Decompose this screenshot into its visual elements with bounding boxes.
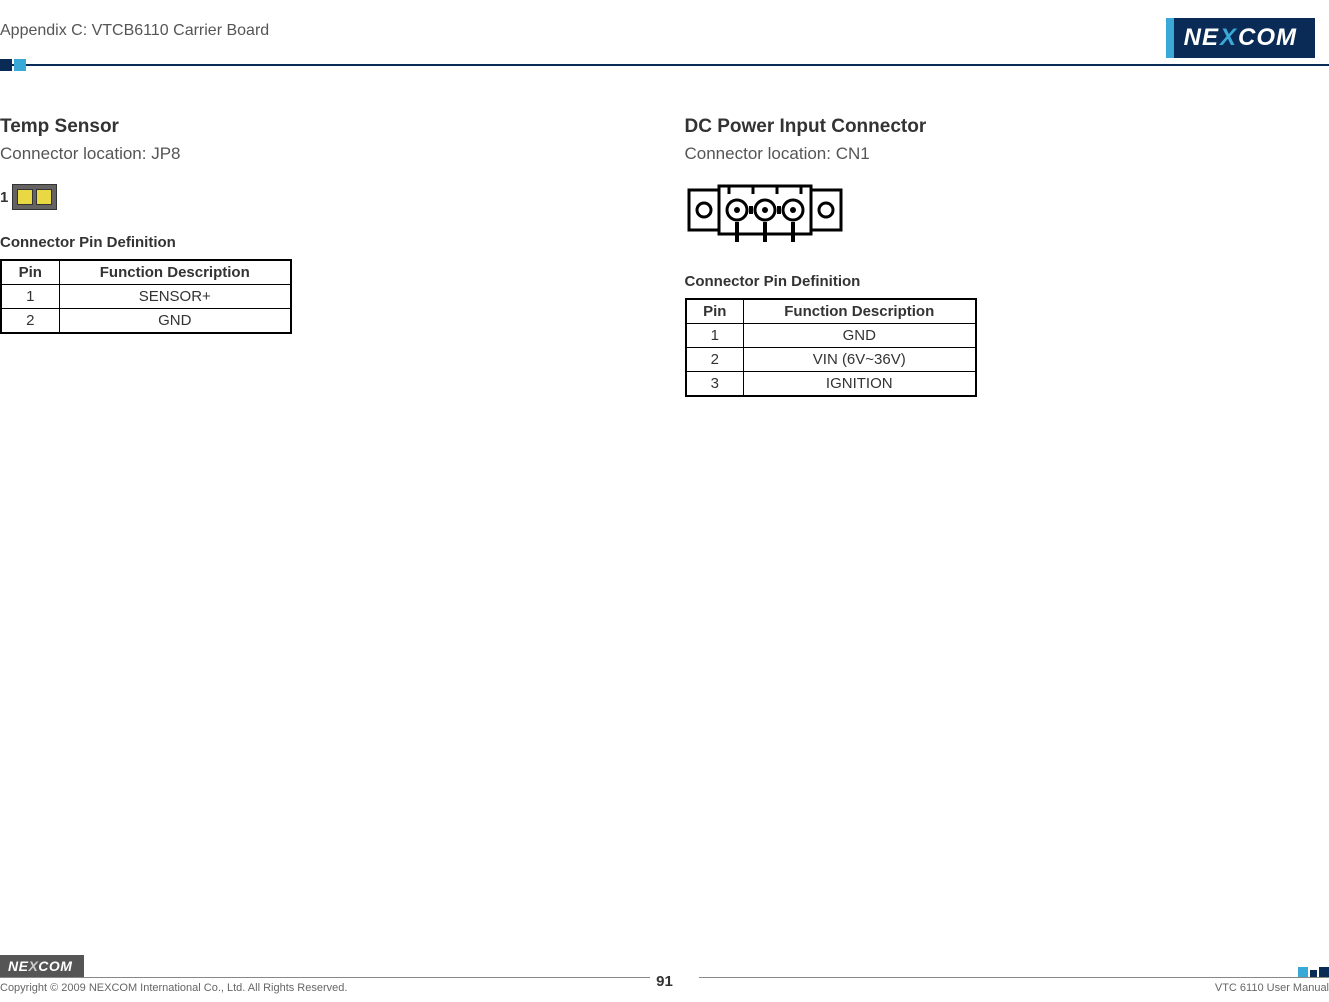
pin1-label: 1 [0,189,8,206]
jp8-pin-table: Pin Function Description 1 SENSOR+ 2 GND [0,259,292,334]
brand-logo-footer: NEXCOM [0,955,84,977]
table-row: 3 IGNITION [686,372,976,397]
header-rule [0,64,1329,66]
square-icon [14,59,26,71]
header-rule-wrap [0,64,1329,66]
cell-pin: 1 [1,285,59,309]
square-icon [1310,970,1317,977]
table-row: 2 GND [1,309,291,334]
header-squares-icon [0,59,26,71]
col-pin: Pin [1,260,59,285]
brand-x-icon: X [1219,24,1238,52]
square-icon [0,59,12,71]
manual-name: VTC 6110 User Manual [1215,982,1329,994]
square-icon [1298,967,1308,977]
section-title: DC Power Input Connector [685,116,1310,138]
cell-func: VIN (6V~36V) [744,348,976,372]
pin-pad-icon [36,189,52,205]
table-header-row: Pin Function Description [686,299,976,324]
table-row: 2 VIN (6V~36V) [686,348,976,372]
col-func: Function Description [744,299,976,324]
square-icon [1319,967,1329,977]
cell-pin: 2 [686,348,744,372]
table-caption: Connector Pin Definition [0,234,645,251]
cell-pin: 3 [686,372,744,397]
jp8-body-icon [12,184,57,210]
jp8-connector-diagram: 1 [0,184,645,210]
footer-rule-left [0,977,650,978]
brand-pre: NE [1184,24,1219,52]
brand-pre: NE [8,958,28,974]
page-number: 91 [656,973,673,990]
col-func: Function Description [59,260,291,285]
left-column: Temp Sensor Connector location: JP8 1 Co… [0,116,665,397]
cell-func: IGNITION [744,372,976,397]
brand-logo-top: NEXCOM [1166,18,1315,58]
brand-x-icon: X [28,958,38,974]
table-caption: Connector Pin Definition [685,273,1310,290]
col-pin: Pin [686,299,744,324]
cell-func: GND [59,309,291,334]
cn1-connector-diagram [685,184,1310,251]
footer-right: VTC 6110 User Manual [699,967,1329,994]
main-content: Temp Sensor Connector location: JP8 1 Co… [0,66,1329,397]
table-header-row: Pin Function Description [1,260,291,285]
right-column: DC Power Input Connector Connector locat… [665,116,1329,397]
cell-pin: 1 [686,324,744,348]
section-subtitle: Connector location: JP8 [0,144,645,164]
footer-rule-right [699,977,1329,978]
cell-pin: 2 [1,309,59,334]
footer-left: NEXCOM Copyright © 2009 NEXCOM Internati… [0,955,650,994]
brand-post: COM [1238,24,1297,52]
cn1-pin-table: Pin Function Description 1 GND 2 VIN (6V… [685,298,977,397]
page-header: Appendix C: VTCB6110 Carrier Board NEXCO… [0,0,1329,58]
appendix-title: Appendix C: VTCB6110 Carrier Board [0,18,269,40]
page-footer: NEXCOM Copyright © 2009 NEXCOM Internati… [0,955,1329,994]
table-row: 1 SENSOR+ [1,285,291,309]
brand-post: COM [38,958,72,974]
footer-squares-icon [1298,967,1329,977]
table-row: 1 GND [686,324,976,348]
cell-func: GND [744,324,976,348]
dc-connector-icon [685,184,845,246]
cell-func: SENSOR+ [59,285,291,309]
copyright-text: Copyright © 2009 NEXCOM International Co… [0,982,650,994]
pin-pad-icon [17,189,33,205]
section-title: Temp Sensor [0,116,645,138]
section-subtitle: Connector location: CN1 [685,144,1310,164]
